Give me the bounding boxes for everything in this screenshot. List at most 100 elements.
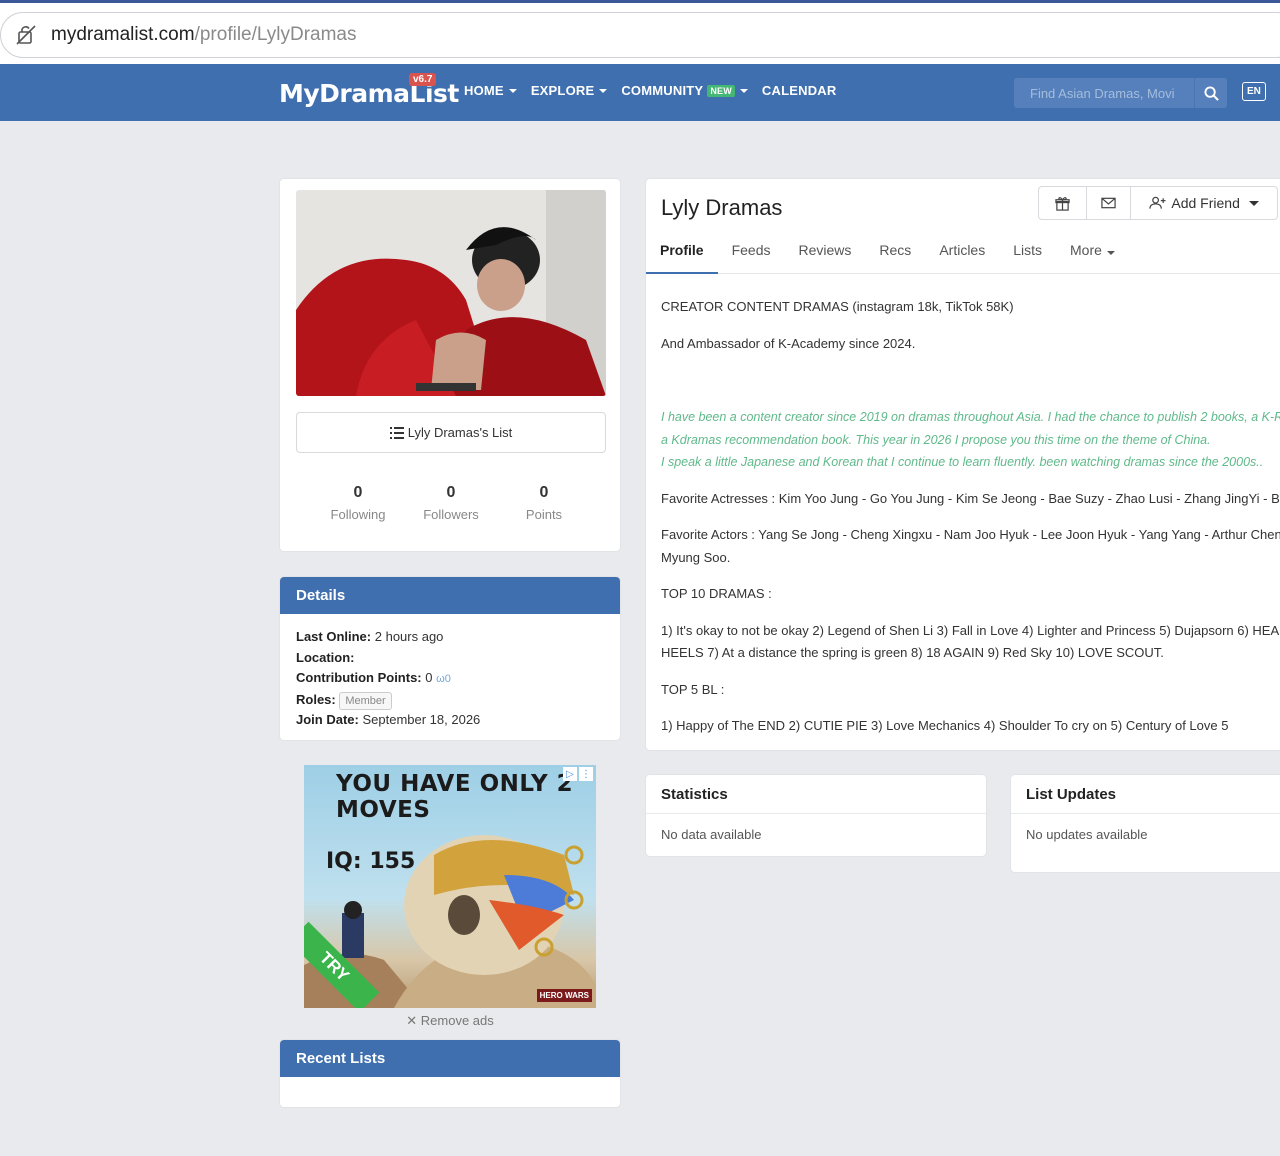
search-button[interactable] [1194,78,1227,108]
bio-top10: HEELS 7) At a distance the spring is gre… [661,645,1164,660]
bio-highlight: I speak a little Japanese and Korean tha… [661,455,1264,469]
location-label: Location: [296,649,355,665]
tab-recs[interactable]: Recs [865,235,925,274]
join-date-value: September 18, 2026 [362,712,481,727]
language-selector[interactable]: EN [1242,82,1266,101]
location-row: Location: [296,648,604,669]
bio-top10-title: TOP 10 DRAMAS : [661,586,772,601]
details-body: Last Online: 2 hours ago Location: Contr… [280,614,620,740]
stat-points[interactable]: 0 Points [489,484,599,522]
details-title: Details [280,577,620,614]
caret-down-icon [599,88,608,93]
bio-actors: Myung Soo. [661,549,731,565]
profile-avatar [296,190,606,396]
adchoices-icon[interactable]: ▷ [563,767,577,781]
profile-main-card: Lyly Dramas Add Friend Profile Feeds Rev… [645,178,1280,751]
tab-profile[interactable]: Profile [646,235,718,274]
join-date-row: Join Date: September 18, 2026 [296,710,604,731]
nav-calendar[interactable]: CALENDAR [762,83,837,98]
join-date-label: Join Date: [296,712,359,727]
user-list-button[interactable]: Lyly Dramas's List [296,412,606,453]
message-button[interactable] [1087,187,1132,219]
caret-down-icon [1248,200,1259,206]
contribution-label: Contribution Points: [296,670,422,685]
list-updates-title: List Updates [1011,775,1280,814]
points-count: 0 [539,484,549,501]
tab-reviews[interactable]: Reviews [785,235,866,274]
profile-bio: CREATOR CONTENT DRAMAS (instagram 18k, T… [661,296,1280,738]
add-friend-label: Add Friend [1171,195,1240,211]
contribution-row: Contribution Points: 0 ω0 [296,668,604,690]
avatar-image [296,190,606,396]
site-logo[interactable]: MyDramaList v6.7 [279,73,459,110]
search-input[interactable] [1014,78,1194,108]
ad-iq: IQ: 155 [326,849,416,874]
nav-home[interactable]: HOME [464,83,517,98]
search-box [1014,78,1227,108]
roles-row: Roles: Member [296,690,604,711]
gift-button[interactable] [1039,187,1087,219]
nav-community[interactable]: COMMUNITY NEW [621,83,748,98]
list-updates-body: No updates available [1026,827,1148,842]
profile-actions: Add Friend [1038,186,1278,220]
list-icon [389,426,404,439]
close-icon: ✕ [406,1013,418,1028]
ad-choices[interactable]: ▷ ⋮ [563,767,593,781]
caret-down-icon [1106,251,1115,255]
tab-more-label: More [1070,242,1102,258]
points-label: Points [525,507,563,522]
url-host: mydramalist.com [51,24,195,45]
version-badge: v6.7 [409,73,437,86]
statistics-title: Statistics [646,775,986,814]
bio-top5: 1) Happy of The END 2) CUTIE PIE 3) Love… [661,718,1229,733]
recent-lists-title: Recent Lists [280,1040,620,1077]
bio-line: And Ambassador of K-Academy since 2024. [661,335,916,351]
caret-down-icon [739,88,748,93]
tab-feeds[interactable]: Feeds [718,235,785,274]
contribution-value: 0 [425,670,433,685]
bio-top10: 1) It's okay to not be okay 2) Legend of… [661,622,1280,638]
nav-explore-label: EXPLORE [530,83,595,98]
nav-home-label: HOME [464,83,504,98]
nav-calendar-label: CALENDAR [761,83,837,98]
last-online-label: Last Online: [296,629,372,644]
statistics-body: No data available [661,827,762,842]
advertisement[interactable]: YOU HAVE ONLY 2 MOVES IQ: 155 TRY HERO W… [304,765,596,1008]
bio-actors: Favorite Actors : Yang Se Jong - Cheng X… [661,527,1280,542]
nav-explore[interactable]: EXPLORE [531,83,608,98]
bio-top5-title: TOP 5 BL : [661,681,725,697]
gift-icon [1055,196,1070,211]
tab-more[interactable]: More [1056,235,1129,274]
profile-tabs: Profile Feeds Reviews Recs Articles List… [646,235,1280,274]
statistics-card: Statistics No data available [645,774,987,857]
bio-actresses: Favorite Actresses : Kim Yoo Jung - Go Y… [661,490,1280,506]
last-online-row: Last Online: 2 hours ago [296,627,604,648]
ad-menu-icon[interactable]: ⋮ [579,767,593,781]
ad-headline: YOU HAVE ONLY 2 MOVES [336,771,574,823]
address-bar[interactable]: mydramalist.com/profile/LylyDramas [0,12,1280,58]
bio-highlight: I have been a content creator since 2019… [661,410,1280,424]
remove-ads-link[interactable]: ✕ Remove ads [304,1013,596,1029]
user-list-label: Lyly Dramas's List [407,425,513,440]
add-friend-button[interactable]: Add Friend [1131,187,1277,219]
details-card: Details Last Online: 2 hours ago Locatio… [279,576,621,741]
list-updates-card: List Updates No updates available [1010,774,1280,873]
mail-icon [1101,197,1116,209]
remove-ads-label: Remove ads [420,1013,494,1028]
ad-brand: HERO WARS [536,989,592,1002]
role-badge: Member [339,691,392,710]
contribution-extra: 0 [444,673,451,685]
search-icon [1203,85,1219,101]
contribution-icon[interactable]: ω0 [436,673,451,685]
caret-down-icon [508,88,517,93]
tab-lists[interactable]: Lists [999,235,1056,274]
site-navbar: MyDramaList v6.7 HOME EXPLORE COMMUNITY N… [0,64,1280,121]
roles-label: Roles: [296,691,336,707]
bio-highlight: a Kdramas recommendation book. This year… [661,432,1211,447]
url-path: /profile/LylyDramas [194,24,357,45]
nav-community-label: COMMUNITY [621,83,704,98]
tab-articles[interactable]: Articles [925,235,999,274]
profile-card: Lyly Dramas's List 0 Following 0 Followe… [279,178,621,552]
not-secure-icon[interactable] [15,24,37,46]
recent-lists-card: Recent Lists [279,1039,621,1108]
